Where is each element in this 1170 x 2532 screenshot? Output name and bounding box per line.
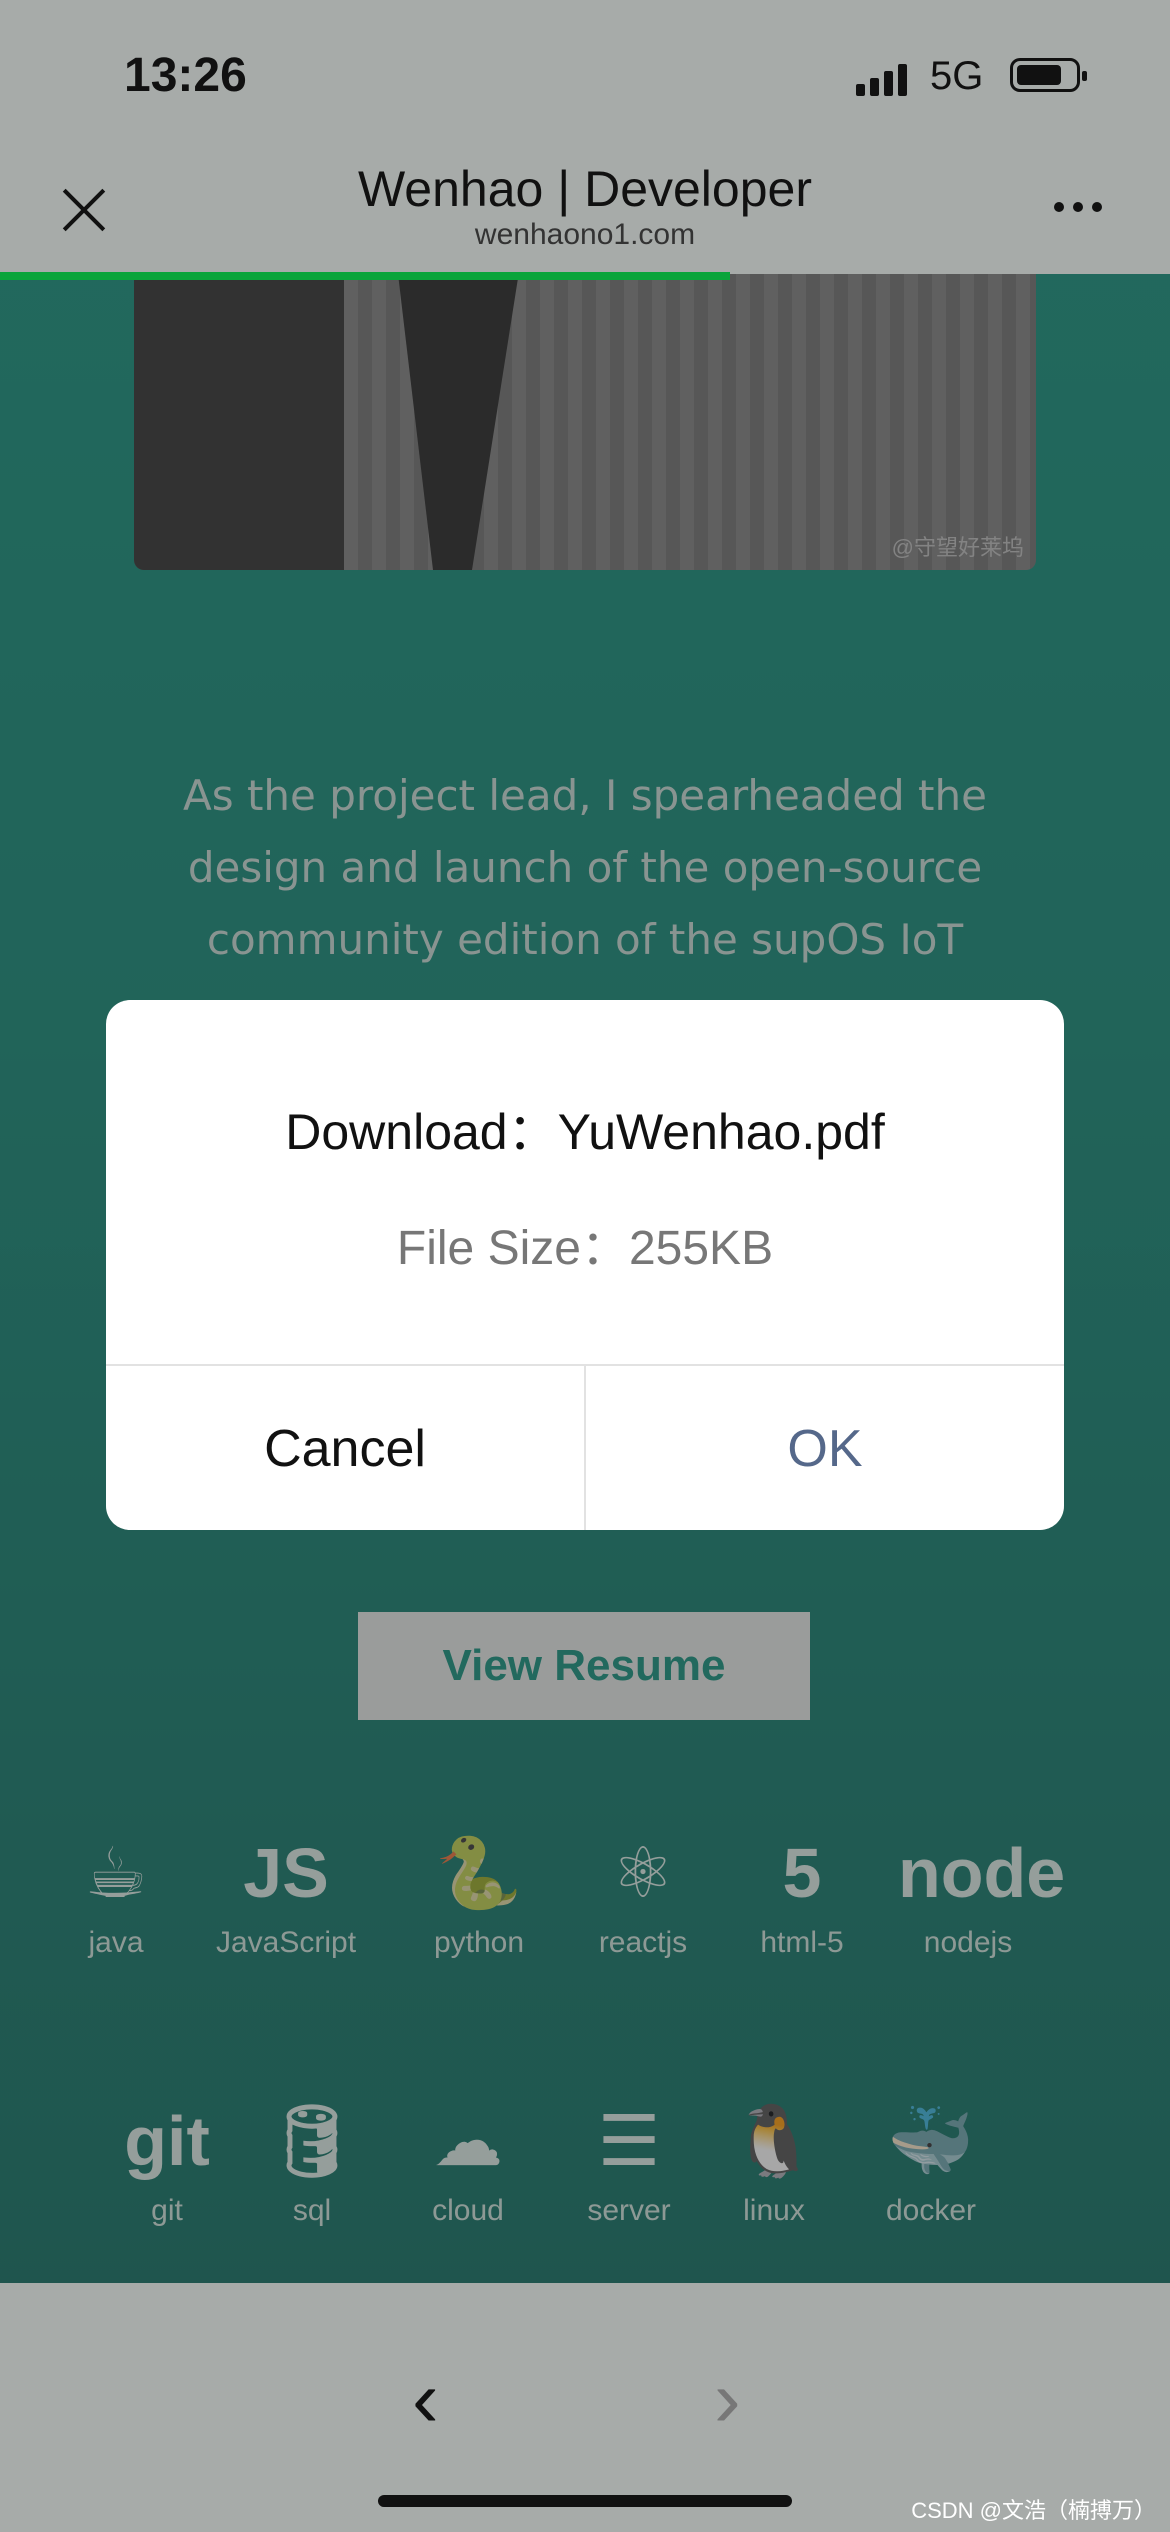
browser-navbar: Wenhao | Developer wenhaono1.com: [0, 150, 1170, 274]
dialog-file-size: File Size：255KB: [396, 1222, 774, 1275]
dialog-title: Download：YuWenhao.pdf: [285, 1104, 885, 1160]
more-options-icon[interactable]: [1054, 202, 1102, 212]
status-bar: 13:26 5G: [0, 0, 1170, 150]
home-indicator[interactable]: [378, 2495, 792, 2507]
download-dialog: Download：YuWenhao.pdf File Size：255KB Ca…: [106, 1000, 1064, 1530]
signal-icon: [856, 62, 907, 96]
ok-button[interactable]: OK: [586, 1366, 1064, 1530]
forward-icon[interactable]: ›: [714, 2353, 741, 2445]
network-type: 5G: [930, 54, 984, 98]
cancel-button[interactable]: Cancel: [106, 1366, 586, 1530]
page-host: wenhaono1.com: [474, 218, 696, 251]
back-icon[interactable]: ‹: [412, 2353, 439, 2445]
status-time: 13:26: [124, 49, 247, 102]
dialog-buttons: Cancel OK: [106, 1364, 1064, 1530]
loading-progress-bar: [0, 272, 730, 280]
watermark-credit: CSDN @文浩（楠搏万）: [911, 2498, 1156, 2523]
battery-icon: [1010, 58, 1087, 92]
page-title: Wenhao | Developer: [357, 161, 812, 217]
browser-bottom-bar: ‹ › CSDN @文浩（楠搏万）: [0, 2283, 1170, 2532]
